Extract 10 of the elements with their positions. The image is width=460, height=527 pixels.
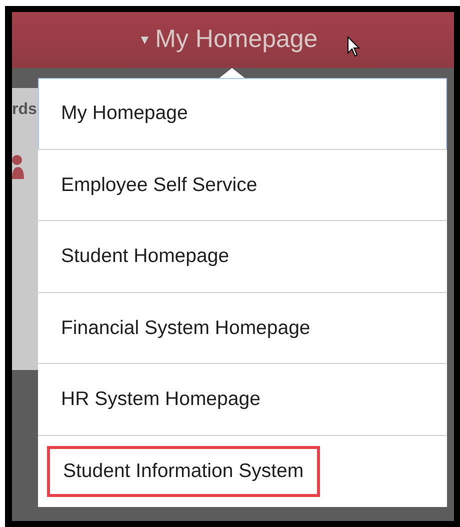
- menu-item[interactable]: HR System Homepage: [61, 385, 260, 414]
- menu-item[interactable]: Financial System Homepage: [61, 314, 310, 343]
- menu-item[interactable]: My Homepage: [61, 99, 188, 128]
- person-icon: [12, 153, 24, 179]
- menu-item[interactable]: Student Information System: [47, 446, 320, 497]
- cursor-icon: [347, 36, 361, 58]
- menu-item[interactable]: Student Homepage: [61, 242, 230, 272]
- menu-item[interactable]: Employee Self Service: [61, 170, 258, 200]
- tile-label: rds: [12, 100, 37, 120]
- homepage-dropdown[interactable]: ▼ My Homepage: [138, 21, 318, 59]
